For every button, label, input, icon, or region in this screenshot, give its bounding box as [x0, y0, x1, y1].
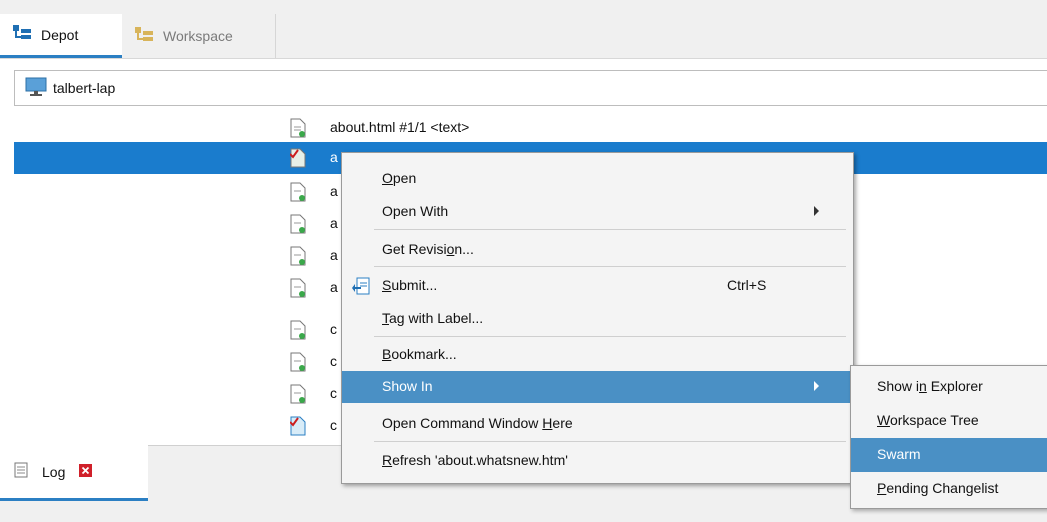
- file-icon: [290, 246, 306, 266]
- file-checked-out-icon: [289, 416, 306, 436]
- menu-item-label: Get Revision...: [382, 241, 474, 257]
- log-tab-label: Log: [42, 463, 66, 480]
- submenu-item-show-in-explorer[interactable]: Show in Explorer: [851, 370, 1047, 404]
- show-in-submenu: Show in Explorer Workspace Tree Swarm Pe…: [850, 365, 1047, 509]
- menu-item-label: Tag with Label...: [382, 310, 484, 326]
- workspace-name: talbert-lap: [53, 80, 116, 96]
- file-name-prefix: c: [330, 321, 337, 337]
- file-name-prefix: c: [330, 417, 337, 433]
- file-icon: [290, 352, 306, 372]
- file-checked-out-icon: [289, 148, 306, 168]
- file-icon: [290, 118, 306, 138]
- menu-item-label: Open Command Window Here: [382, 415, 573, 431]
- tab-depot[interactable]: Depot: [0, 14, 122, 58]
- menu-item-submit[interactable]: Submit... Ctrl+S: [342, 270, 853, 302]
- file-name-prefix: a: [330, 247, 338, 263]
- log-icon: [14, 462, 28, 481]
- tab-depot-label: Depot: [41, 26, 79, 43]
- menu-item-label: Show in Explorer: [877, 378, 983, 394]
- menu-item-label: Pending Changelist: [877, 480, 999, 496]
- submenu-item-swarm[interactable]: Swarm: [851, 438, 1047, 472]
- menu-item-label: Submit...: [382, 277, 438, 293]
- close-icon[interactable]: [79, 463, 93, 480]
- menu-item-label: Workspace Tree: [877, 412, 979, 428]
- file-name-prefix: a: [330, 183, 338, 199]
- file-name-prefix: a: [330, 279, 338, 295]
- menu-separator: [374, 336, 846, 337]
- menu-item-open-command-window[interactable]: Open Command Window Here: [342, 408, 853, 440]
- submenu-item-pending-changelist[interactable]: Pending Changelist: [851, 472, 1047, 506]
- menu-item-show-in[interactable]: Show In: [342, 371, 853, 403]
- file-icon: [290, 320, 306, 340]
- context-menu: Open Open With Get Revision... Submit...…: [341, 152, 854, 484]
- menu-item-tag-with-label[interactable]: Tag with Label...: [342, 303, 853, 335]
- computer-monitor-icon: [25, 77, 47, 100]
- menu-item-label: Swarm: [877, 446, 921, 462]
- file-name: about.html #1/1 <text>: [330, 119, 470, 135]
- menu-item-label: Open With: [382, 203, 449, 219]
- submit-icon: [352, 277, 370, 298]
- menu-item-label: Show In: [382, 378, 433, 394]
- file-icon: [290, 278, 306, 298]
- file-name-prefix: a: [330, 149, 338, 165]
- menu-item-bookmark[interactable]: Bookmark...: [342, 339, 853, 371]
- file-icon: [290, 182, 306, 202]
- tab-log[interactable]: Log: [0, 445, 148, 501]
- file-icon: [290, 384, 306, 404]
- workspace-tree-icon: [134, 26, 154, 47]
- tab-workspace-label: Workspace: [163, 28, 233, 44]
- menu-separator: [374, 266, 846, 267]
- tab-workspace[interactable]: Workspace: [122, 14, 276, 58]
- depot-tree-icon: [12, 24, 32, 45]
- menu-separator: [374, 229, 846, 230]
- submenu-arrow-icon: [814, 206, 819, 216]
- tab-bar: Depot Workspace: [0, 0, 1047, 59]
- menu-item-label: Refresh 'about.whatsnew.htm': [382, 452, 568, 468]
- menu-item-open[interactable]: Open: [342, 163, 853, 195]
- workspace-root[interactable]: talbert-lap: [14, 70, 1047, 106]
- menu-item-label: Bookmark...: [382, 346, 457, 362]
- menu-item-label: Open: [382, 170, 417, 186]
- submenu-item-workspace-tree[interactable]: Workspace Tree: [851, 404, 1047, 438]
- file-name-prefix: c: [330, 353, 337, 369]
- file-row[interactable]: about.html #1/1 <text>: [14, 112, 1047, 144]
- file-name-prefix: a: [330, 215, 338, 231]
- file-icon: [290, 214, 306, 234]
- menu-separator: [374, 441, 846, 442]
- submenu-arrow-icon: [814, 381, 819, 391]
- menu-item-get-revision[interactable]: Get Revision...: [342, 234, 853, 266]
- menu-item-refresh[interactable]: Refresh 'about.whatsnew.htm': [342, 445, 853, 477]
- menu-item-shortcut: Ctrl+S: [727, 277, 767, 293]
- file-name-prefix: c: [330, 385, 337, 401]
- menu-item-open-with[interactable]: Open With: [342, 196, 853, 228]
